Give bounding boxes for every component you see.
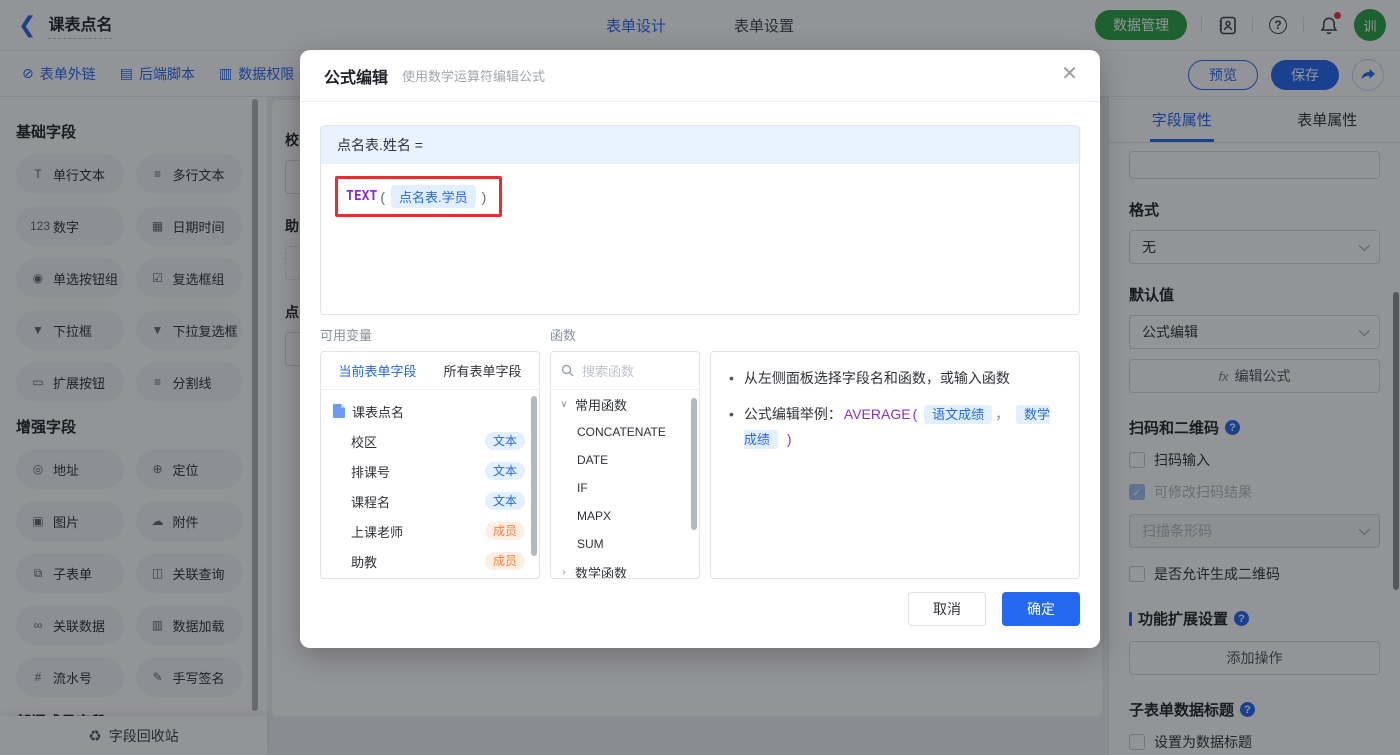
variable-type-badge: 文本 <box>484 431 525 451</box>
hint-spacer <box>710 325 1080 343</box>
hint-line-1: • 从左侧面板选择字段名和函数，或输入函数 <box>729 370 1010 386</box>
function-item[interactable]: MAPX <box>551 502 699 530</box>
function-name: TEXT <box>346 189 378 204</box>
function-search[interactable]: 搜索函数 <box>551 352 699 390</box>
variable-field-name: 上课老师 <box>351 524 404 540</box>
variable-type-badge: 成员 <box>484 551 525 571</box>
variable-field-row[interactable]: 上课日期时间戳 <box>321 576 539 578</box>
close-icon[interactable]: ✕ <box>1061 64 1078 84</box>
function-item[interactable]: CONCATENATE <box>551 418 699 446</box>
search-placeholder: 搜索函数 <box>582 364 635 379</box>
variables-scrollbar[interactable] <box>531 396 537 556</box>
function-item[interactable]: IF <box>551 474 699 502</box>
hint-line-2: • 公式编辑举例： AVERAGE( 语文成绩， 数学成绩 ) <box>729 405 1051 449</box>
variable-type-badge: 文本 <box>484 461 525 481</box>
search-icon <box>561 364 574 377</box>
variable-field-row[interactable]: 助教 成员 <box>321 546 539 576</box>
variable-type-badge: 文本 <box>484 491 525 511</box>
function-item[interactable]: SUM <box>551 530 699 558</box>
hint-panel: • 从左侧面板选择字段名和函数，或输入函数 • 公式编辑举例： AVERAGE( … <box>710 351 1080 579</box>
variable-field-row[interactable]: 上课老师 成员 <box>321 516 539 546</box>
tab-current-form-fields[interactable]: 当前表单字段 <box>338 361 416 380</box>
variable-field-name: 课程名 <box>351 494 391 510</box>
tab-all-form-fields[interactable]: 所有表单字段 <box>443 361 521 380</box>
variable-field-name: 校区 <box>351 434 378 450</box>
function-group-expanded[interactable]: ∨ 常用函数 <box>551 390 699 418</box>
function-item[interactable]: DATE <box>551 446 699 474</box>
modal-title: 公式编辑 <box>324 69 389 87</box>
variable-tree-root[interactable]: 课表点名 <box>321 396 539 426</box>
formula-editor: 点名表.姓名 = TEXT ( 点名表.学员 ) <box>320 125 1080 315</box>
cancel-button[interactable]: 取消 <box>908 592 986 626</box>
example-function-name: AVERAGE <box>843 406 911 422</box>
variable-type-badge: 成员 <box>484 521 525 541</box>
function-group-collapsed[interactable]: › 数学函数 <box>551 558 699 579</box>
caret-right-icon: › <box>562 566 566 578</box>
caret-down-icon: ∨ <box>560 398 568 410</box>
formula-target: 点名表.姓名 = <box>321 126 1079 164</box>
example-chip: 语文成绩 <box>924 405 993 424</box>
app-window: ❮ 课表点名 表单设计 表单设置 数据管理 ? 训 ⊘ 表单外链 ▤ 后端脚本 ▥ 数据权… <box>0 0 1400 755</box>
function-group-label: 常用函数 <box>575 397 628 413</box>
functions-panel: 搜索函数 ∨ 常用函数 CONCATENATEDATEIFMAPXSUM › 数学函数›… <box>550 351 700 579</box>
variables-panel: 当前表单字段 所有表单字段 课表点名 校区 文本 排课号 文本 课程名 文本 上课老师 成员 助教… <box>320 351 540 579</box>
variables-label: 可用变量 <box>320 328 373 343</box>
function-group-label: 数学函数 <box>575 565 628 579</box>
confirm-button[interactable]: 确定 <box>1002 592 1080 626</box>
field-chip[interactable]: 点名表.学员 <box>390 185 476 208</box>
variable-field-row[interactable]: 排课号 文本 <box>321 456 539 486</box>
variable-field-name: 排课号 <box>351 464 391 480</box>
formula-edit-modal: 公式编辑 使用数学运算符编辑公式 ✕ 点名表.姓名 = TEXT ( 点名表.学… <box>300 50 1100 648</box>
modal-header: 公式编辑 使用数学运算符编辑公式 <box>300 50 1100 102</box>
functions-scrollbar[interactable] <box>691 398 697 530</box>
modal-subtitle: 使用数学运算符编辑公式 <box>402 69 546 84</box>
variable-root-label: 课表点名 <box>352 404 405 420</box>
red-annotation-box: TEXT ( 点名表.学员 ) <box>335 176 503 217</box>
variable-field-row[interactable]: 课程名 文本 <box>321 486 539 516</box>
variable-field-row[interactable]: 校区 文本 <box>321 426 539 456</box>
form-file-icon <box>333 404 345 418</box>
variable-field-name: 助教 <box>351 554 378 570</box>
functions-label: 函数 <box>550 328 577 343</box>
formula-input-area[interactable]: TEXT ( 点名表.学员 ) <box>321 164 1079 314</box>
